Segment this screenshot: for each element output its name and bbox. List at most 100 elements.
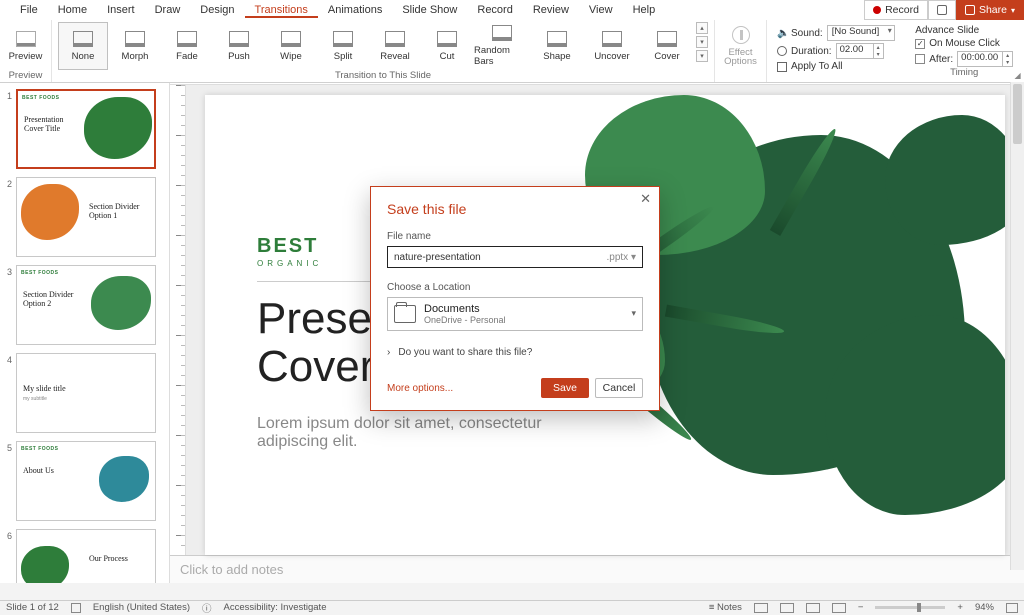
thumb-brand: BEST FOODS <box>21 446 151 452</box>
zoom-value[interactable]: 94% <box>975 602 994 613</box>
vertical-scrollbar[interactable] <box>1010 82 1024 570</box>
filetype-dropdown[interactable]: .pptx ▾ <box>607 252 637 263</box>
menu-tab-slide-show[interactable]: Slide Show <box>392 2 467 18</box>
menu-tab-transitions[interactable]: Transitions <box>245 2 318 18</box>
duration-label: Duration: <box>791 46 832 57</box>
transition-icon <box>73 31 93 47</box>
view-slideshow-button[interactable] <box>832 603 846 613</box>
thumb-title: Our Process <box>89 554 149 563</box>
preview-button[interactable]: Preview <box>1 22 51 70</box>
transition-cut[interactable]: Cut <box>422 22 472 70</box>
after-input[interactable]: 00:00.00 ▴▾ <box>957 51 1013 67</box>
gallery-scroll-up[interactable]: ▴ <box>696 22 708 34</box>
status-textdir-icon[interactable] <box>71 603 81 613</box>
transition-split[interactable]: Split <box>318 22 368 70</box>
close-button[interactable]: ✕ <box>640 191 651 207</box>
transition-wipe[interactable]: Wipe <box>266 22 316 70</box>
effect-group-label <box>721 70 760 83</box>
transition-icon <box>492 25 512 41</box>
timing-group-label: Timing <box>911 67 1018 80</box>
view-normal-button[interactable] <box>754 603 768 613</box>
view-reading-button[interactable] <box>806 603 820 613</box>
transition-label: Cut <box>440 51 455 62</box>
record-button[interactable]: Record <box>864 0 928 20</box>
zoom-out-button[interactable]: − <box>858 602 864 613</box>
after-label: After: <box>929 54 953 65</box>
slide-brand: BEST <box>257 235 318 258</box>
menu-tab-review[interactable]: Review <box>523 2 579 18</box>
menu-tab-help[interactable]: Help <box>623 2 666 18</box>
comments-button[interactable] <box>928 0 956 20</box>
more-options-link[interactable]: More options... <box>387 383 453 394</box>
transition-icon <box>125 31 145 47</box>
view-sorter-button[interactable] <box>780 603 794 613</box>
transition-none[interactable]: None <box>58 22 108 70</box>
after-checkbox[interactable] <box>915 54 925 64</box>
dialog-title: Save this file <box>387 201 643 217</box>
slide-thumbnail[interactable]: BEST FOODSPresentation Cover Title <box>16 89 156 169</box>
fit-to-window-button[interactable] <box>1006 603 1018 613</box>
status-accessibility[interactable]: Accessibility: Investigate <box>224 602 327 613</box>
menu-tab-animations[interactable]: Animations <box>318 2 392 18</box>
transition-icon <box>177 31 197 47</box>
transition-uncover[interactable]: Uncover <box>584 22 640 70</box>
transition-push[interactable]: Push <box>214 22 264 70</box>
location-dropdown[interactable]: Documents OneDrive - Personal ▾ <box>387 297 643 331</box>
transition-morph[interactable]: Morph <box>110 22 160 70</box>
comment-icon <box>937 5 947 15</box>
filename-input[interactable]: nature-presentation .pptx ▾ <box>387 246 643 268</box>
notes-pane[interactable]: Click to add notes <box>170 555 1024 583</box>
effect-options-label: Effect Options <box>716 48 766 67</box>
slide-thumbnail[interactable]: Our Process <box>16 529 156 583</box>
menu-tab-view[interactable]: View <box>579 2 623 18</box>
gallery-expand-button[interactable]: ▾ <box>696 50 708 62</box>
transition-label: Push <box>228 51 250 62</box>
transition-fade[interactable]: Fade <box>162 22 212 70</box>
share-label: Share <box>979 4 1007 16</box>
share-button[interactable]: Share ▾ <box>956 0 1024 20</box>
transition-label: Fade <box>176 51 198 62</box>
location-label: Choose a Location <box>387 282 643 293</box>
slide-thumbnail[interactable]: BEST FOODSAbout Us <box>16 441 156 521</box>
thumb-subtitle: my subtitle <box>23 396 47 402</box>
share-expander[interactable]: › Do you want to share this file? <box>387 347 643 358</box>
effect-options-button[interactable]: Effect Options <box>716 22 766 70</box>
slide-thumbnail[interactable]: BEST FOODSSection Divider Option 2 <box>16 265 156 345</box>
location-name: Documents <box>424 303 506 315</box>
status-slide-count[interactable]: Slide 1 of 12 <box>6 602 59 613</box>
menu-tab-draw[interactable]: Draw <box>145 2 191 18</box>
transition-cover[interactable]: Cover <box>642 22 692 70</box>
transition-shape[interactable]: Shape <box>532 22 582 70</box>
menu-tab-insert[interactable]: Insert <box>97 2 145 18</box>
menu-tab-file[interactable]: File <box>10 2 48 18</box>
slide-subtitle[interactable]: Lorem ipsum dolor sit amet, consectetur … <box>257 415 617 451</box>
duration-value: 02.00 <box>840 44 864 55</box>
apply-all-label: Apply To All <box>791 61 843 72</box>
slide-thumbnail[interactable]: Section Divider Option 1 <box>16 177 156 257</box>
transition-random-bars[interactable]: Random Bars <box>474 22 530 70</box>
effect-options-icon <box>732 26 750 44</box>
cancel-button[interactable]: Cancel <box>595 378 643 398</box>
sound-dropdown[interactable]: [No Sound] <box>827 25 895 41</box>
folder-icon <box>394 305 416 323</box>
notes-toggle[interactable]: ≡ Notes <box>709 602 742 613</box>
on-click-checkbox[interactable]: ✓ <box>915 39 925 49</box>
status-language[interactable]: English (United States) <box>93 602 190 613</box>
transition-reveal[interactable]: Reveal <box>370 22 420 70</box>
save-button[interactable]: Save <box>541 378 589 398</box>
zoom-in-button[interactable]: + <box>957 602 963 613</box>
thumb-artwork <box>21 546 69 583</box>
slide-thumbnail-panel[interactable]: 1BEST FOODSPresentation Cover Title2Sect… <box>0 83 170 583</box>
slide-thumbnail[interactable]: My slide titlemy subtitle <box>16 353 156 433</box>
menu-tab-design[interactable]: Design <box>190 2 244 18</box>
chevron-down-icon: ▾ <box>1011 6 1015 15</box>
gallery-scroll-down[interactable]: ▾ <box>696 36 708 48</box>
transition-label: None <box>72 51 95 62</box>
timing-dialog-launcher[interactable]: ◢ <box>1015 71 1021 80</box>
menu-tab-record[interactable]: Record <box>467 2 522 18</box>
advance-slide-label: Advance Slide <box>915 25 1013 36</box>
zoom-slider[interactable] <box>875 606 945 609</box>
menu-tab-home[interactable]: Home <box>48 2 97 18</box>
duration-input[interactable]: 02.00 ▴▾ <box>836 43 884 59</box>
apply-to-all-button[interactable]: Apply To All <box>777 61 895 72</box>
